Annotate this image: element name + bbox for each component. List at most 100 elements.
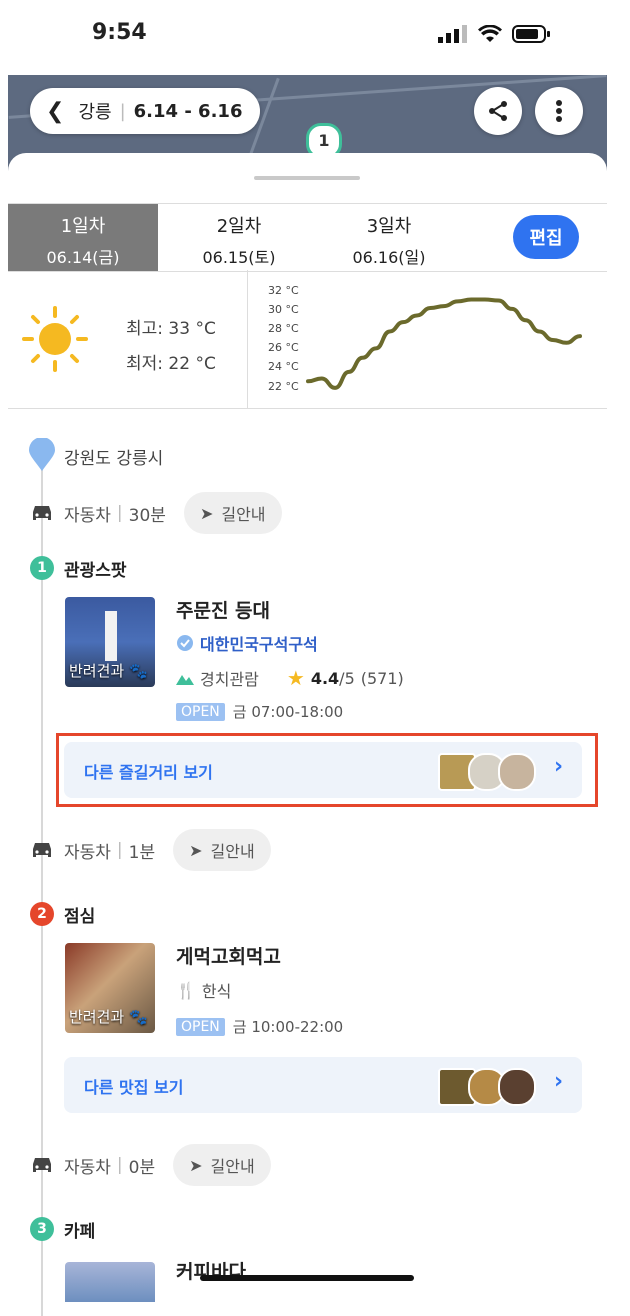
divider: |	[116, 1155, 123, 1175]
navigation-button[interactable]: ➤ 길안내	[183, 492, 282, 534]
tab-date-label: 06.14(금)	[46, 248, 120, 267]
navigation-label: 길안내	[210, 842, 255, 861]
divider: |	[116, 503, 123, 523]
leg-row: 자동차 | 30분 ➤ 길안내	[30, 492, 282, 534]
tab-day-label: 1일차	[60, 216, 106, 237]
edit-button[interactable]: 편집	[513, 215, 579, 259]
navigation-arrow-icon: ➤	[189, 840, 203, 860]
stop-number-badge: 2	[30, 902, 54, 926]
y-tick-label: 28 °C	[268, 322, 299, 335]
place-name[interactable]: 게먹고회먹고	[176, 942, 281, 969]
status-icons	[438, 24, 552, 44]
pet-friendly-label: 반려견과 🐾	[65, 1006, 148, 1027]
car-icon	[33, 843, 51, 857]
highlight-box	[56, 733, 598, 807]
temp-high: 최고: 33 °C	[126, 319, 216, 339]
more-vertical-icon	[556, 100, 562, 122]
place-type: 경치관람	[200, 670, 259, 689]
opening-hours: 금 07:00-18:00	[232, 703, 344, 721]
review-count: (571)	[360, 668, 404, 688]
leg-row: 자동차 | 1분 ➤ 길안내	[30, 829, 271, 871]
preview-thumbnail	[498, 1068, 536, 1106]
tab-day-label: 2일차	[216, 216, 262, 237]
open-badge: OPEN	[176, 702, 225, 721]
battery-icon	[512, 25, 550, 43]
stop-category: 점심	[64, 907, 96, 927]
location-label: 강원도 강릉시	[64, 449, 164, 469]
pet-label: 반려견과	[69, 1008, 125, 1026]
trip-header-pill[interactable]: ❮ 강릉 | 6.14 - 6.16	[30, 88, 261, 134]
rating-max: /5	[339, 668, 355, 688]
tab-day-1[interactable]: 1일차 06.14(금)	[8, 204, 158, 271]
navigation-arrow-icon: ➤	[199, 503, 214, 523]
leg-duration: 1분	[128, 842, 156, 863]
more-restaurants-label: 다른 맛집 보기	[84, 1078, 184, 1097]
navigation-label: 길안내	[221, 505, 266, 524]
sun-icon	[22, 306, 88, 372]
y-tick-label: 26 °C	[268, 341, 299, 354]
leg-duration: 30분	[128, 505, 166, 526]
temp-low: 최저: 22 °C	[126, 354, 216, 374]
sheet-handle[interactable]	[254, 176, 360, 180]
y-tick-label: 32 °C	[268, 284, 299, 297]
leg-mode: 자동차	[64, 842, 111, 863]
trip-title: 강릉	[78, 102, 112, 123]
certification-badge: 대한민국구석구석	[176, 631, 318, 655]
paw-icon: 🐾	[128, 662, 148, 680]
rating-value: 4.4	[310, 668, 340, 688]
place-type: 한식	[201, 982, 232, 1001]
car-icon	[33, 506, 51, 520]
place-thumbnail[interactable]	[65, 1262, 155, 1302]
star-icon: ★	[286, 666, 305, 690]
back-arrow-icon[interactable]: ❮	[46, 99, 64, 124]
pet-friendly-label: 반려견과 🐾	[65, 660, 148, 681]
mountain-icon	[176, 675, 194, 685]
trip-dates: 6.14 - 6.16	[133, 100, 243, 122]
status-time: 9:54	[92, 20, 147, 45]
divider: |	[119, 100, 126, 122]
tab-date-label: 06.16(일)	[352, 248, 426, 267]
y-tick-label: 24 °C	[268, 360, 299, 373]
navigation-label: 길안내	[210, 1157, 255, 1176]
wifi-icon	[478, 25, 502, 42]
place-name[interactable]: 주문진 등대	[176, 596, 270, 623]
navigation-arrow-icon: ➤	[189, 1155, 203, 1175]
y-tick-label: 30 °C	[268, 303, 299, 316]
place-thumbnail[interactable]: 반려견과 🐾	[65, 943, 155, 1033]
signal-icon	[438, 25, 467, 43]
share-button[interactable]	[474, 87, 522, 135]
tab-day-label: 3일차	[366, 216, 412, 237]
tab-date-label: 06.15(토)	[202, 248, 276, 267]
place-meta: 🍴 한식	[176, 978, 231, 1002]
leg-row: 자동차 | 0분 ➤ 길안내	[30, 1144, 271, 1186]
y-tick-label: 22 °C	[268, 380, 299, 393]
chevron-right-icon: ›	[554, 1069, 564, 1094]
share-icon	[489, 101, 507, 121]
verified-badge-icon	[177, 635, 193, 651]
tab-day-3[interactable]: 3일차 06.16(일)	[314, 204, 464, 271]
location-pin-icon	[29, 438, 55, 471]
car-icon	[33, 1158, 51, 1172]
leg-duration: 0분	[128, 1157, 156, 1178]
preview-thumbnails	[438, 1068, 536, 1106]
leg-mode: 자동차	[64, 505, 111, 526]
divider: |	[116, 840, 123, 860]
home-indicator	[200, 1275, 414, 1281]
temperature-chart	[306, 297, 582, 390]
stop-category: 관광스팟	[64, 561, 127, 581]
navigation-button[interactable]: ➤ 길안내	[173, 829, 271, 871]
more-restaurants-card[interactable]: 다른 맛집 보기 ›	[64, 1057, 582, 1113]
open-badge: OPEN	[176, 1017, 225, 1036]
opening-hours: 금 10:00-22:00	[232, 1018, 344, 1036]
stop-number-badge: 3	[30, 1217, 54, 1241]
more-options-button[interactable]	[535, 87, 583, 135]
opening-info: OPEN 금 10:00-22:00	[176, 1016, 343, 1037]
tab-day-2[interactable]: 2일차 06.15(토)	[164, 204, 314, 271]
temperature-line	[306, 297, 582, 390]
navigation-button[interactable]: ➤ 길안내	[173, 1144, 271, 1186]
place-thumbnail[interactable]: 반려견과 🐾	[65, 597, 155, 687]
stop-category: 카페	[64, 1222, 96, 1242]
fork-knife-icon: 🍴	[176, 980, 196, 1000]
leg-mode: 자동차	[64, 1157, 111, 1178]
pet-label: 반려견과	[69, 662, 125, 680]
